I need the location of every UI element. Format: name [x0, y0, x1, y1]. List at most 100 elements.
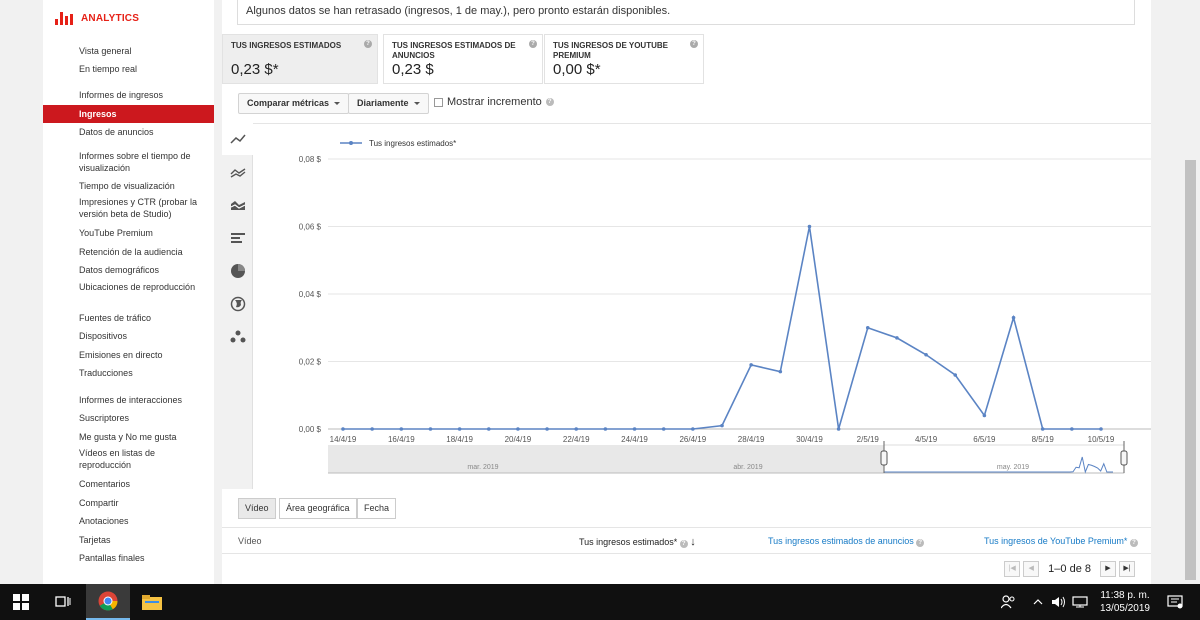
sidebar-item-emisiones-en-directo[interactable]: Emisiones en directo: [79, 349, 209, 361]
next-page-icon[interactable]: ▶: [1100, 561, 1116, 577]
main-panel: Algunos datos se han retrasado (ingresos…: [222, 0, 1151, 584]
y-tick-label: 0,06 $: [299, 223, 322, 232]
sidebar-section-informes-sobre-el-tiempo-de-visualizacio[interactable]: Informes sobre el tiempo de visualizació…: [79, 150, 209, 174]
chevron-up-icon[interactable]: [1028, 584, 1048, 620]
navigator-unselected: [328, 445, 884, 473]
first-page-icon[interactable]: |◀: [1004, 561, 1021, 577]
column-video[interactable]: Vídeo: [238, 536, 262, 546]
pie-chart-icon[interactable]: [222, 255, 253, 287]
sidebar: ANALYTICS Vista general En tiempo real Inf…: [43, 0, 214, 584]
sidebar-item-impresiones-y-ctr-probar-la-version-beta[interactable]: Impresiones y CTR (probar la versión bet…: [79, 196, 209, 220]
sidebar-item-retencion-de-la-audiencia[interactable]: Retención de la audiencia: [79, 246, 209, 258]
system-clock[interactable]: 11:38 p. m. 13/05/2019: [1100, 589, 1150, 615]
kpi-premium-revenue[interactable]: TUS INGRESOS DE YOUTUBE PREMIUM 0,00 $* …: [544, 34, 704, 84]
prev-page-icon[interactable]: ◀: [1023, 561, 1040, 577]
x-tick-label: 24/4/19: [621, 435, 648, 444]
people-icon[interactable]: [996, 584, 1020, 620]
sidebar-item-suscriptores[interactable]: Suscriptores: [79, 412, 209, 424]
sidebar-item-datos-demograficos[interactable]: Datos demográficos: [79, 264, 209, 276]
sidebar-item-tiempo-de-visualizacion[interactable]: Tiempo de visualización: [79, 180, 209, 192]
task-view-icon[interactable]: [44, 584, 82, 620]
help-icon[interactable]: ?: [529, 40, 537, 48]
x-tick-label: 26/4/19: [679, 435, 706, 444]
sidebar-section-informes-de-ingresos[interactable]: Informes de ingresos: [79, 89, 209, 101]
scrollbar-thumb[interactable]: [1185, 160, 1196, 580]
column-ad-revenue[interactable]: Tus ingresos estimados de anuncios ?: [768, 536, 925, 547]
kpi-estimated-revenue[interactable]: TUS INGRESOS ESTIMADOS 0,23 $* ?: [222, 34, 378, 84]
help-icon[interactable]: ?: [679, 540, 688, 548]
line-chart-icon[interactable]: [222, 123, 253, 155]
legend-marker: [349, 141, 353, 145]
network-icon[interactable]: [1070, 584, 1090, 620]
show-increment-toggle[interactable]: Mostrar incremento ?: [434, 96, 554, 108]
clock-date: 13/05/2019: [1099, 603, 1150, 614]
y-tick-label: 0,04 $: [299, 290, 322, 299]
x-tick-label: 22/4/19: [563, 435, 590, 444]
sidebar-item-ubicaciones-de-reproduccion[interactable]: Ubicaciones de reproducción: [79, 281, 209, 293]
volume-icon[interactable]: [1049, 584, 1069, 620]
sidebar-item-anotaciones[interactable]: Anotaciones: [79, 515, 209, 527]
sidebar-item-fuentes-de-trafico[interactable]: Fuentes de tráfico: [79, 312, 209, 324]
data-point: [953, 373, 958, 377]
file-explorer-icon[interactable]: [132, 584, 172, 620]
compare-metrics-button[interactable]: Comparar métricas: [238, 93, 350, 114]
x-tick-label: 30/4/19: [796, 435, 823, 444]
sidebar-item-tarjetas[interactable]: Tarjetas: [79, 534, 209, 546]
data-point: [720, 423, 724, 428]
sidebar-item-traducciones[interactable]: Traducciones: [79, 367, 209, 379]
globe-icon[interactable]: [222, 288, 253, 320]
sidebar-item-ingresos[interactable]: Ingresos: [43, 105, 214, 123]
last-page-icon[interactable]: ▶|: [1119, 561, 1135, 577]
increment-checkbox[interactable]: [434, 97, 443, 107]
page-scrollbar[interactable]: [1180, 0, 1200, 584]
help-icon[interactable]: ?: [1129, 539, 1138, 547]
column-estimated-revenue[interactable]: Tus ingresos estimados* ? ↓: [579, 536, 696, 548]
multi-line-icon[interactable]: [222, 156, 253, 188]
kpi-title: TUS INGRESOS DE YOUTUBE PREMIUM: [553, 41, 668, 60]
sidebar-item-me-gusta-y-no-me-gusta[interactable]: Me gusta y No me gusta: [79, 431, 209, 443]
legend-label: Tus ingresos estimados*: [369, 139, 456, 148]
sidebar-item-compartir[interactable]: Compartir: [79, 497, 209, 509]
period-dropdown[interactable]: Diariamente: [348, 93, 429, 114]
sidebar-item-comentarios[interactable]: Comentarios: [79, 478, 209, 490]
chrome-icon[interactable]: [86, 584, 130, 620]
help-icon[interactable]: ?: [545, 98, 554, 106]
windows-start-icon[interactable]: [0, 584, 42, 620]
data-point: [982, 413, 987, 418]
bubble-chart-icon[interactable]: [222, 321, 253, 353]
sidebar-item-vista-general[interactable]: Vista general: [79, 45, 209, 57]
sidebar-item-pantallas-finales[interactable]: Pantallas finales: [79, 552, 209, 564]
action-center-icon[interactable]: [1160, 584, 1190, 620]
x-tick-label: 10/5/19: [1088, 435, 1115, 444]
data-point: [428, 427, 433, 431]
sidebar-section-informes-de-interacciones[interactable]: Informes de interacciones: [79, 394, 209, 406]
data-point: [632, 427, 637, 431]
sort-down-icon: ↓: [690, 536, 696, 548]
y-tick-label: 0,00 $: [299, 425, 322, 434]
sidebar-item-dispositivos[interactable]: Dispositivos: [79, 330, 209, 342]
x-tick-label: 8/5/19: [1032, 435, 1055, 444]
table-header: Vídeo Tus ingresos estimados* ? ↓ Tus in…: [222, 527, 1151, 554]
kpi-ad-revenue[interactable]: TUS INGRESOS ESTIMADOS DE ANUNCIOS 0,23 …: [383, 34, 543, 84]
help-icon[interactable]: ?: [690, 40, 698, 48]
tab-geography[interactable]: Área geográfica: [279, 498, 357, 519]
tab-date[interactable]: Fecha: [357, 498, 397, 519]
navigator-handle[interactable]: [880, 450, 888, 466]
kpi-title: TUS INGRESOS ESTIMADOS: [231, 41, 342, 50]
data-point: [341, 427, 345, 431]
navigator-handle[interactable]: [1120, 450, 1128, 466]
help-icon[interactable]: ?: [916, 539, 925, 547]
period-label: Diariamente: [357, 98, 409, 108]
bar-chart-icon[interactable]: [222, 222, 253, 254]
analytics-brand[interactable]: ANALYTICS: [55, 12, 139, 25]
help-icon[interactable]: ?: [364, 40, 372, 48]
column-premium-revenue[interactable]: Tus ingresos de YouTube Premium* ?: [984, 536, 1138, 547]
data-point: [603, 427, 608, 431]
sidebar-item-datos-de-anuncios[interactable]: Datos de anuncios: [79, 126, 209, 138]
sidebar-item-en-tiempo-real[interactable]: En tiempo real: [79, 63, 209, 75]
data-point: [399, 427, 404, 431]
tab-video[interactable]: Vídeo: [238, 498, 276, 519]
sidebar-item-videos-en-listas-de-reproduccion[interactable]: Vídeos en listas de reproducción: [79, 447, 209, 471]
stacked-area-icon[interactable]: [222, 189, 253, 221]
sidebar-item-youtube-premium[interactable]: YouTube Premium: [79, 227, 209, 239]
